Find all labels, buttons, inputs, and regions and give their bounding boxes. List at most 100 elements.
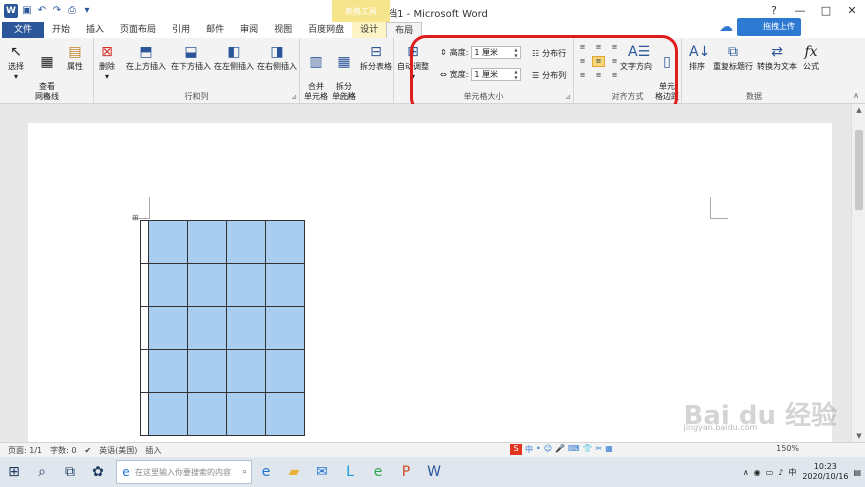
table-cell[interactable] <box>148 306 188 350</box>
windows-start-icon[interactable]: ⊞ <box>0 457 28 487</box>
table-cell[interactable] <box>226 306 266 350</box>
tray-expand-icon[interactable]: ∧ <box>743 468 749 477</box>
clock[interactable]: 10:23 2020/10/16 <box>802 462 848 482</box>
group-data: A↓ 排序 ⧉ 重复标题行 ⇄ 转换为文本 fx 公式 数据 <box>682 38 826 104</box>
upload-button[interactable]: ☁ 拖拽上传 <box>719 18 801 36</box>
tab-view[interactable]: 视图 <box>266 22 300 38</box>
formula-button[interactable]: fx 公式 <box>800 44 822 72</box>
collapse-ribbon-icon[interactable]: ∧ <box>853 91 859 100</box>
sort-button[interactable]: A↓ 排序 <box>686 44 710 72</box>
word-taskbar-icon[interactable]: W <box>420 457 448 487</box>
table-cell[interactable] <box>187 306 227 350</box>
status-page[interactable]: 页面: 1/1 <box>8 445 42 456</box>
table-cell[interactable] <box>265 392 305 436</box>
vertical-scrollbar[interactable]: ▲ ▼ <box>851 104 865 442</box>
tab-file[interactable]: 文件 <box>2 22 45 38</box>
tab-page-layout[interactable]: 页面布局 <box>112 22 164 38</box>
status-mode[interactable]: 插入 <box>145 445 161 456</box>
watermark-sub: jingyan.baidu.com <box>683 423 758 432</box>
ime-item[interactable]: ⌨ <box>568 444 580 455</box>
tab-baidu-netdisk[interactable]: 百度网盘 <box>300 22 352 38</box>
table-cell[interactable] <box>226 349 266 393</box>
table-row <box>140 392 305 436</box>
table-cell[interactable] <box>187 349 227 393</box>
sogou-logo-icon[interactable]: S <box>510 444 522 455</box>
ime-item[interactable]: 中 <box>525 444 533 455</box>
status-language[interactable]: 英语(美国) <box>99 445 137 456</box>
file-explorer-icon[interactable]: ▰ <box>280 457 308 487</box>
volume-icon[interactable]: ♪ <box>778 468 783 477</box>
ime-item[interactable]: • <box>536 444 541 455</box>
mail-icon[interactable]: ✉ <box>308 457 336 487</box>
powerpoint-icon[interactable]: P <box>392 457 420 487</box>
app-pinned-icon[interactable]: ✿ <box>84 457 112 487</box>
table-cell[interactable] <box>226 392 266 436</box>
table-cell[interactable] <box>140 263 149 307</box>
table-cell[interactable] <box>187 220 227 264</box>
scroll-down-icon[interactable]: ▼ <box>852 432 865 440</box>
table-cell[interactable] <box>140 392 149 436</box>
dialog-launcher-icon[interactable]: ⊿ <box>291 93 297 101</box>
split-table-button[interactable]: ⊟ 拆分表格 <box>358 44 394 72</box>
convert-to-text-button[interactable]: ⇄ 转换为文本 <box>756 44 798 72</box>
table-cell[interactable] <box>187 392 227 436</box>
scrollbar-thumb[interactable] <box>855 130 863 210</box>
table-cell[interactable] <box>226 220 266 264</box>
formula-label: 公式 <box>803 62 819 71</box>
ime-language[interactable]: 中 <box>788 467 796 478</box>
app-l-icon[interactable]: L <box>336 457 364 487</box>
table-cell[interactable] <box>226 263 266 307</box>
convert-to-text-icon: ⇄ <box>771 44 783 60</box>
document-table[interactable] <box>140 220 305 436</box>
close-button[interactable]: ✕ <box>839 0 865 22</box>
table-move-handle-icon[interactable]: ⊞ <box>132 213 139 222</box>
table-cell[interactable] <box>140 220 149 264</box>
tab-mailings[interactable]: 邮件 <box>198 22 232 38</box>
table-cell[interactable] <box>265 306 305 350</box>
table-cell[interactable] <box>148 263 188 307</box>
zoom-level[interactable]: 150% <box>776 444 799 453</box>
notifications-icon[interactable]: ▤ <box>853 468 861 477</box>
proofing-icon[interactable]: ✔ <box>84 446 91 455</box>
ie-green-icon[interactable]: e <box>364 457 392 487</box>
ime-item[interactable]: ☺ <box>544 444 552 455</box>
status-words[interactable]: 字数: 0 <box>50 445 76 456</box>
table-cell[interactable] <box>148 392 188 436</box>
delete-button[interactable]: ⊠ 删除 ▾ <box>96 44 118 82</box>
insert-right-button[interactable]: ◨ 在右侧插入 <box>255 44 299 72</box>
insert-above-button[interactable]: ⬒ 在上方插入 <box>124 44 168 72</box>
tab-home[interactable]: 开始 <box>44 22 78 38</box>
ime-item[interactable]: ▦ <box>605 444 613 455</box>
table-cell[interactable] <box>187 263 227 307</box>
taskbar-search[interactable]: e 在这里输入你要搜索的内容 ⌕ <box>116 460 252 484</box>
task-view-icon[interactable]: ⧉ <box>56 457 84 487</box>
ime-item[interactable]: ✂ <box>596 444 603 455</box>
ime-item[interactable]: 🎤 <box>555 444 565 455</box>
table-cell[interactable] <box>140 349 149 393</box>
ime-item[interactable]: 👕 <box>583 444 593 455</box>
table-cell[interactable] <box>140 306 149 350</box>
table-cell[interactable] <box>148 349 188 393</box>
repeat-header-icon: ⧉ <box>728 44 738 60</box>
table-cell[interactable] <box>265 220 305 264</box>
table-cell[interactable] <box>265 263 305 307</box>
table-cell[interactable] <box>265 349 305 393</box>
search-icon[interactable]: ⌕ <box>28 457 56 487</box>
repeat-header-rows-button[interactable]: ⧉ 重复标题行 <box>712 44 754 72</box>
select-button[interactable]: ↖ 选择 ▾ <box>4 44 28 82</box>
network-icon[interactable]: ▭ <box>766 468 774 477</box>
insert-left-button[interactable]: ◧ 在左侧插入 <box>212 44 256 72</box>
table-cell[interactable] <box>148 220 188 264</box>
tab-layout[interactable]: 布局 <box>386 22 423 38</box>
tab-references[interactable]: 引用 <box>164 22 198 38</box>
properties-button[interactable]: ▤ 属性 <box>64 44 86 72</box>
edge-browser-icon[interactable]: e <box>252 457 280 487</box>
maximize-button[interactable]: □ <box>813 0 839 22</box>
scroll-up-icon[interactable]: ▲ <box>852 106 865 114</box>
tray-app-icon[interactable]: ◉ <box>754 468 761 477</box>
tab-insert[interactable]: 插入 <box>78 22 112 38</box>
tab-design[interactable]: 设计 <box>352 22 387 38</box>
tab-review[interactable]: 审阅 <box>232 22 266 38</box>
insert-below-button[interactable]: ⬓ 在下方插入 <box>169 44 213 72</box>
table-row <box>140 263 305 307</box>
